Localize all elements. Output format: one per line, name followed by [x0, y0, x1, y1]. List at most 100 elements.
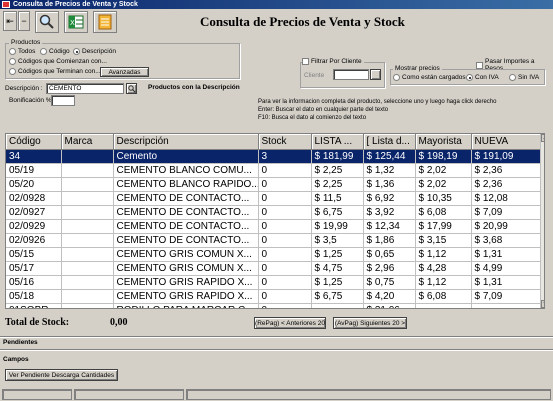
- radio-comienzan[interactable]: Códigos que Comienzan con...: [9, 58, 107, 65]
- radio-terminan[interactable]: Códigos que Terminan con...: [9, 68, 101, 75]
- window-title: Consulta de Precios de Venta y Stock: [13, 1, 138, 8]
- descripcion-search-button[interactable]: [126, 83, 137, 94]
- search-button[interactable]: [35, 11, 59, 33]
- filtrar-cliente-checkbox[interactable]: Filtrar Por Cliente: [302, 58, 364, 65]
- col-marca-header[interactable]: Marca: [61, 134, 114, 150]
- results-caption: Productos con la Descripción: [148, 84, 240, 91]
- descripcion-input[interactable]: CEMENTO: [46, 83, 124, 94]
- minus-button[interactable]: −: [18, 11, 30, 31]
- table-row[interactable]: 05/19 CEMENTO BLANCO COMU... 0 $ 2,25 $ 1,32…: [6, 163, 541, 178]
- cell-codigo: 05/15: [6, 247, 62, 262]
- campos-label: Campos: [3, 356, 29, 363]
- cell-nueva: $ 7,09: [471, 289, 541, 304]
- cell-codigo: 02/0926: [6, 233, 62, 248]
- table-header-row: Código Marca Descripción Stock LISTA ...…: [6, 134, 541, 150]
- cell-mayorista: $ 198,19: [415, 149, 472, 164]
- app-icon: [2, 1, 10, 8]
- cell-lista-d: $ 4,20: [363, 289, 416, 304]
- checkbox-box: [302, 58, 309, 65]
- cell-descripcion: CEMENTO GRIS RAPIDO X...: [113, 275, 259, 290]
- avanzadas-button[interactable]: Avanzadas: [100, 67, 149, 77]
- col-codigo-header[interactable]: Código: [6, 134, 62, 150]
- cell-mayorista: $ 2,02: [415, 163, 472, 178]
- table-row[interactable]: 01SOBR... RODILLO PARA MARCAR C...0 $ 31,0…: [6, 303, 541, 308]
- table-row[interactable]: 05/18 CEMENTO GRIS RAPIDO X... 0 $ 6,75 $ 4,…: [6, 289, 541, 304]
- table-row[interactable]: 02/0929 CEMENTO DE CONTACTO... 0 $ 19,99 $ 1…: [6, 219, 541, 234]
- cell-nueva: $ 4,99: [471, 261, 541, 276]
- radio-como-cargados[interactable]: Como están cargados: [393, 74, 466, 81]
- cell-marca: [61, 191, 114, 206]
- cell-lista: $ 3,5: [311, 233, 364, 248]
- col-mayorista-header[interactable]: Mayorista: [415, 134, 472, 150]
- col-lista-header[interactable]: LISTA ...: [311, 134, 364, 150]
- table-row[interactable]: 34 Cemento 3 $ 181,99 $ 125,44 $ 198,19 $ 191,…: [6, 149, 541, 164]
- table-row[interactable]: 02/0926 CEMENTO DE CONTACTO... 0 $ 3,5 $ 1,8…: [6, 233, 541, 248]
- cell-marca: [61, 233, 114, 248]
- cell-mayorista: $ 6,08: [415, 205, 472, 220]
- cliente-lookup-button[interactable]: [370, 69, 381, 80]
- col-descripcion-header[interactable]: Descripción: [113, 134, 259, 150]
- col-lista-d-header[interactable]: [ Lista d...: [363, 134, 416, 150]
- cell-nueva: [471, 303, 541, 308]
- excel-export-button[interactable]: X: [64, 11, 88, 33]
- radio-con-iva[interactable]: Con IVA: [466, 74, 499, 81]
- col-nueva-header[interactable]: NUEVA: [471, 134, 541, 150]
- cell-codigo: 05/19: [6, 163, 62, 178]
- radio-descripcion[interactable]: Descripción: [73, 48, 116, 55]
- scroll-up-arrow[interactable]: ▲: [541, 134, 544, 142]
- radio-circle-selected: [466, 74, 473, 81]
- scroll-down-arrow[interactable]: ▼: [541, 300, 544, 308]
- cell-descripcion: CEMENTO BLANCO COMU...: [113, 163, 259, 178]
- radio-codigo[interactable]: Código: [40, 48, 70, 55]
- radio-circle: [40, 48, 47, 55]
- cell-lista: $ 1,25: [311, 247, 364, 262]
- cell-codigo: 02/0929: [6, 219, 62, 234]
- table-row[interactable]: 02/0928 CEMENTO DE CONTACTO... 0 $ 11,5 $ 6,…: [6, 191, 541, 206]
- cliente-input[interactable]: [333, 69, 369, 80]
- status-cell: [186, 389, 551, 400]
- magnifier-icon: [127, 84, 136, 93]
- mostrar-precios-title: Mostrar precios: [393, 65, 442, 72]
- cell-nueva: $ 2,36: [471, 177, 541, 192]
- cell-stock: 0: [258, 233, 312, 248]
- radio-sin-iva[interactable]: Sin IVA: [509, 74, 539, 81]
- cell-lista-d: $ 12,34: [363, 219, 416, 234]
- cell-codigo: 05/16: [6, 275, 62, 290]
- pendientes-label: Pendientes: [3, 339, 38, 346]
- table-row[interactable]: 05/15 CEMENTO GRIS COMUN X... 0 $ 1,25 $ 0,6…: [6, 247, 541, 262]
- col-stock-header[interactable]: Stock: [258, 134, 312, 150]
- next-page-button[interactable]: (AvPag) Siguientes 20 >: [333, 317, 407, 329]
- cliente-label: Cliente: [304, 72, 325, 79]
- cell-mayorista: $ 10,35: [415, 191, 472, 206]
- products-grid[interactable]: Código Marca Descripción Stock LISTA ...…: [5, 133, 545, 309]
- table-row[interactable]: 02/0927 CEMENTO DE CONTACTO... 0 $ 6,75 $ 3,…: [6, 205, 541, 220]
- help-line-3: F10: Busca el dato al comienzo del texto: [258, 115, 367, 121]
- cell-codigo: 05/18: [6, 289, 62, 304]
- bonificacion-input[interactable]: [51, 95, 75, 106]
- back-button[interactable]: ⇤: [3, 11, 17, 31]
- ver-pendiente-button[interactable]: Ver Pendiente Descarga Cantidades: [5, 369, 118, 381]
- cell-lista: [311, 303, 364, 308]
- radio-todos[interactable]: Todos: [9, 48, 35, 55]
- window-titlebar: Consulta de Precios de Venta y Stock: [0, 0, 553, 9]
- table-row[interactable]: 05/16 CEMENTO GRIS RAPIDO X... 0 $ 1,25 $ 0,…: [6, 275, 541, 290]
- cell-mayorista: [415, 303, 472, 308]
- cell-codigo: 01SOBR...: [6, 303, 62, 308]
- cell-nueva: $ 3,68: [471, 233, 541, 248]
- table-row[interactable]: 05/17 CEMENTO GRIS COMUN X... 0 $ 4,75 $ 2,9…: [6, 261, 541, 276]
- cell-lista: $ 6,75: [311, 205, 364, 220]
- table-row[interactable]: 05/20 CEMENTO BLANCO RAPIDO... 0 $ 2,25 $ 1,…: [6, 177, 541, 192]
- cell-lista-d: $ 1,36: [363, 177, 416, 192]
- cell-stock: 0: [258, 219, 312, 234]
- cell-marca: [61, 247, 114, 262]
- cell-nueva: $ 12,08: [471, 191, 541, 206]
- status-cell: [2, 389, 72, 400]
- cell-lista: $ 6,75: [311, 289, 364, 304]
- cell-stock: 0: [258, 303, 312, 308]
- prev-page-button[interactable]: (RePag) < Anteriores 20: [254, 317, 326, 329]
- cell-stock: 0: [258, 275, 312, 290]
- radio-circle-selected: [73, 48, 80, 55]
- grid-vertical-scrollbar[interactable]: ▲ ▼: [540, 134, 544, 308]
- notes-button[interactable]: [93, 11, 117, 33]
- cell-descripcion: CEMENTO GRIS COMUN X...: [113, 261, 259, 276]
